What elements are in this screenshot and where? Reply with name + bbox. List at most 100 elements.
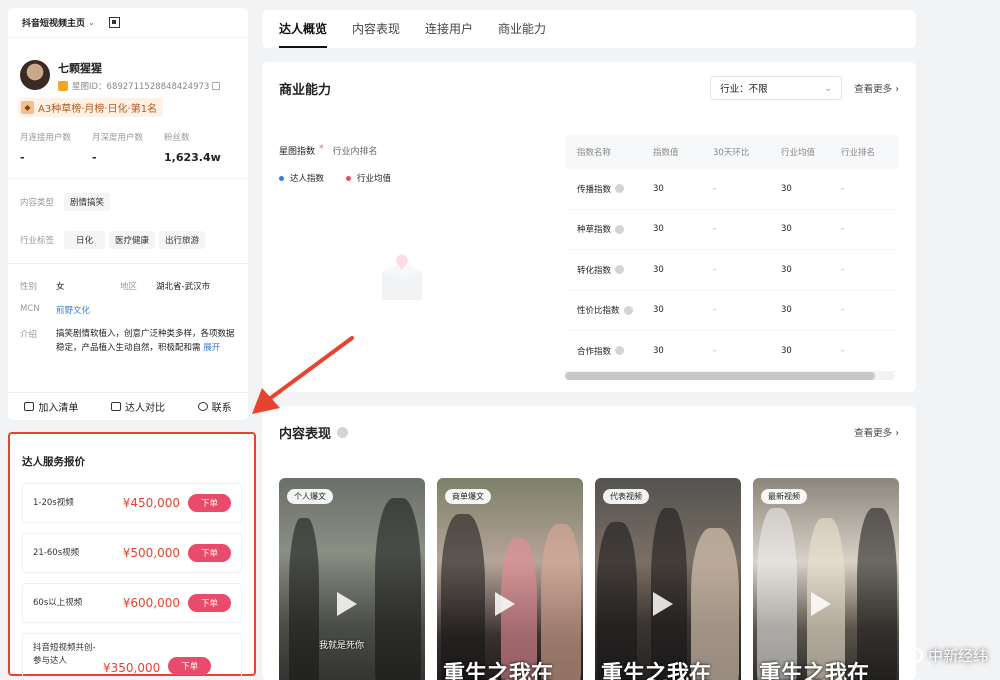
video-caption: 重生之我在	[601, 661, 712, 680]
avatar	[20, 60, 50, 90]
scrollbar-thumb[interactable]	[565, 372, 875, 380]
help-icon[interactable]	[623, 305, 633, 315]
order-button[interactable]: 下单	[187, 494, 231, 512]
industry-rank: -	[841, 345, 845, 356]
stat-followers: 粉丝数 1,623.4w	[164, 131, 236, 164]
order-button[interactable]: 下单	[168, 657, 212, 675]
profile-card: 抖音短视频主页 ⌄ 七颗猩猩 星图ID：6892711528848424973 …	[8, 8, 248, 420]
video-card[interactable]: 个人爆文 我就是死你	[279, 478, 425, 680]
price-label: 21-60s视频	[33, 547, 80, 558]
col-header: 指数值	[653, 148, 679, 158]
intro-label: 介绍	[20, 330, 38, 340]
business-ability-card: 商业能力 行业：不限 ⌄ 查看更多 › 星图指数 * 行业内排名 达人指数 行业…	[262, 62, 916, 392]
price-row: 60s以上视频 ¥600,000 下单	[22, 583, 242, 623]
table-row: 性价比指数 30 - 30 -	[565, 291, 898, 331]
index-value: 30	[653, 264, 664, 275]
price-value: ¥500,000	[122, 546, 180, 560]
industry-avg: 30	[781, 183, 792, 194]
help-icon[interactable]	[615, 224, 625, 234]
compare-label: 达人对比	[124, 403, 165, 414]
play-icon	[811, 592, 831, 616]
table-scrollbar[interactable]	[565, 372, 895, 380]
tab-overview[interactable]: 达人概览	[279, 10, 328, 48]
index-title: 星图指数	[279, 147, 316, 157]
stat-value: 1,623.4w	[164, 151, 221, 164]
legend-label: 行业均值	[357, 174, 392, 184]
mcn-row: MCN 煎野文化	[20, 304, 236, 316]
chevron-down-icon: ⌄	[88, 18, 95, 27]
play-icon	[495, 592, 515, 616]
stat-value: -	[20, 151, 25, 164]
industry-avg: 30	[781, 224, 792, 235]
index-value: 30	[653, 345, 664, 356]
video-card[interactable]: 商单爆文 重生之我在	[437, 478, 583, 680]
add-to-list-button[interactable]: 加入清单	[24, 399, 78, 414]
industry-avg: 30	[781, 345, 792, 356]
copy-icon[interactable]	[212, 82, 221, 90]
stat-monthly-connected: 月连接用户数 -	[20, 131, 92, 164]
price-value: ¥450,000	[122, 496, 180, 510]
platform-selector[interactable]: 抖音短视频主页 ⌄	[8, 8, 248, 38]
index-name: 种草指数	[577, 225, 612, 236]
tab-business-ability[interactable]: 商业能力	[498, 10, 546, 48]
index-name: 转化指数	[577, 265, 612, 276]
content-type-row: 内容类型 剧情搞笑	[20, 193, 236, 211]
industry-rank: -	[841, 224, 845, 235]
view-more-link[interactable]: 查看更多 ›	[854, 425, 899, 439]
index-title-row: 星图指数 * 行业内排名	[279, 144, 378, 157]
gender-region-row: 性别 女 地区 湖北省-武汉市	[20, 280, 236, 292]
watermark: 中新经纬	[900, 645, 988, 666]
video-tag: 个人爆文	[287, 489, 333, 504]
industry-select[interactable]: 行业：不限 ⌄	[710, 76, 843, 100]
list-add-icon	[24, 402, 35, 411]
video-list: 个人爆文 我就是死你 商单爆文 重生之我在 代表视频 重生之我在 最新视频 重生…	[279, 478, 911, 680]
section-tabs: 达人概览 内容表现 连接用户 商业能力	[262, 10, 916, 48]
help-icon[interactable]	[615, 184, 625, 194]
table-row: 合作指数 30 - 30 -	[565, 331, 898, 372]
table-row: 种草指数 30 - 30 -	[565, 210, 898, 250]
price-value: ¥600,000	[122, 596, 180, 610]
stat-label: 月深度用户数	[92, 133, 144, 143]
index-mom: -	[713, 305, 717, 316]
watermark-text: 中新经纬	[927, 647, 988, 665]
intro-expand-link[interactable]: 展开	[203, 343, 220, 353]
col-header: 指数名称	[577, 148, 612, 158]
contact-button[interactable]: 联系	[197, 399, 232, 414]
price-label: 抖音短视频共创-参与达人	[33, 643, 96, 666]
qr-code-icon[interactable]	[108, 17, 120, 28]
index-table-header: 指数名称 指数值 30天环比 行业均值 行业排名	[565, 135, 898, 169]
tab-content-performance[interactable]: 内容表现	[352, 10, 400, 48]
help-icon[interactable]	[615, 265, 625, 275]
video-subtitle: 我就是死你	[319, 641, 365, 651]
help-icon[interactable]	[337, 426, 349, 438]
region-value: 湖北省-武汉市	[156, 282, 211, 292]
creator-name: 七颗猩猩	[58, 62, 102, 75]
industry-avg: 30	[781, 305, 792, 316]
help-icon[interactable]	[615, 346, 625, 356]
compare-button[interactable]: 达人对比	[110, 399, 165, 414]
compare-icon	[110, 402, 121, 411]
col-header: 行业均值	[781, 148, 816, 158]
video-card[interactable]: 最新视频 重生之我在	[753, 478, 899, 680]
tab-connected-users[interactable]: 连接用户	[425, 10, 473, 48]
order-button[interactable]: 下单	[187, 594, 231, 612]
index-mom: -	[713, 224, 717, 235]
col-header: 行业排名	[841, 148, 876, 158]
mcn-link[interactable]: 煎野文化	[56, 304, 236, 316]
xingtu-badge-icon	[58, 81, 68, 91]
video-caption: 重生之我在	[443, 661, 554, 680]
price-label: 60s以上视频	[33, 597, 83, 608]
index-value: 30	[653, 305, 664, 316]
stat-label: 粉丝数	[164, 133, 190, 143]
order-button[interactable]: 下单	[187, 544, 231, 562]
view-more-link[interactable]: 查看更多 ›	[854, 81, 899, 95]
industry-avg: 30	[781, 264, 792, 275]
industry-label: 行业标签	[20, 236, 55, 246]
video-card[interactable]: 代表视频 重生之我在	[595, 478, 741, 680]
industry-chip: 医疗健康	[109, 231, 156, 249]
stats-row: 月连接用户数 - 月深度用户数 - 粉丝数 1,623.4w	[20, 131, 236, 164]
index-value: 30	[653, 183, 664, 194]
table-row: 传播指数 30 - 30 -	[565, 169, 898, 210]
industry-chip: 出行旅游	[159, 231, 206, 249]
rank-tag[interactable]: ◆ A3种草榜·月榜·日化·第1名	[18, 98, 164, 117]
